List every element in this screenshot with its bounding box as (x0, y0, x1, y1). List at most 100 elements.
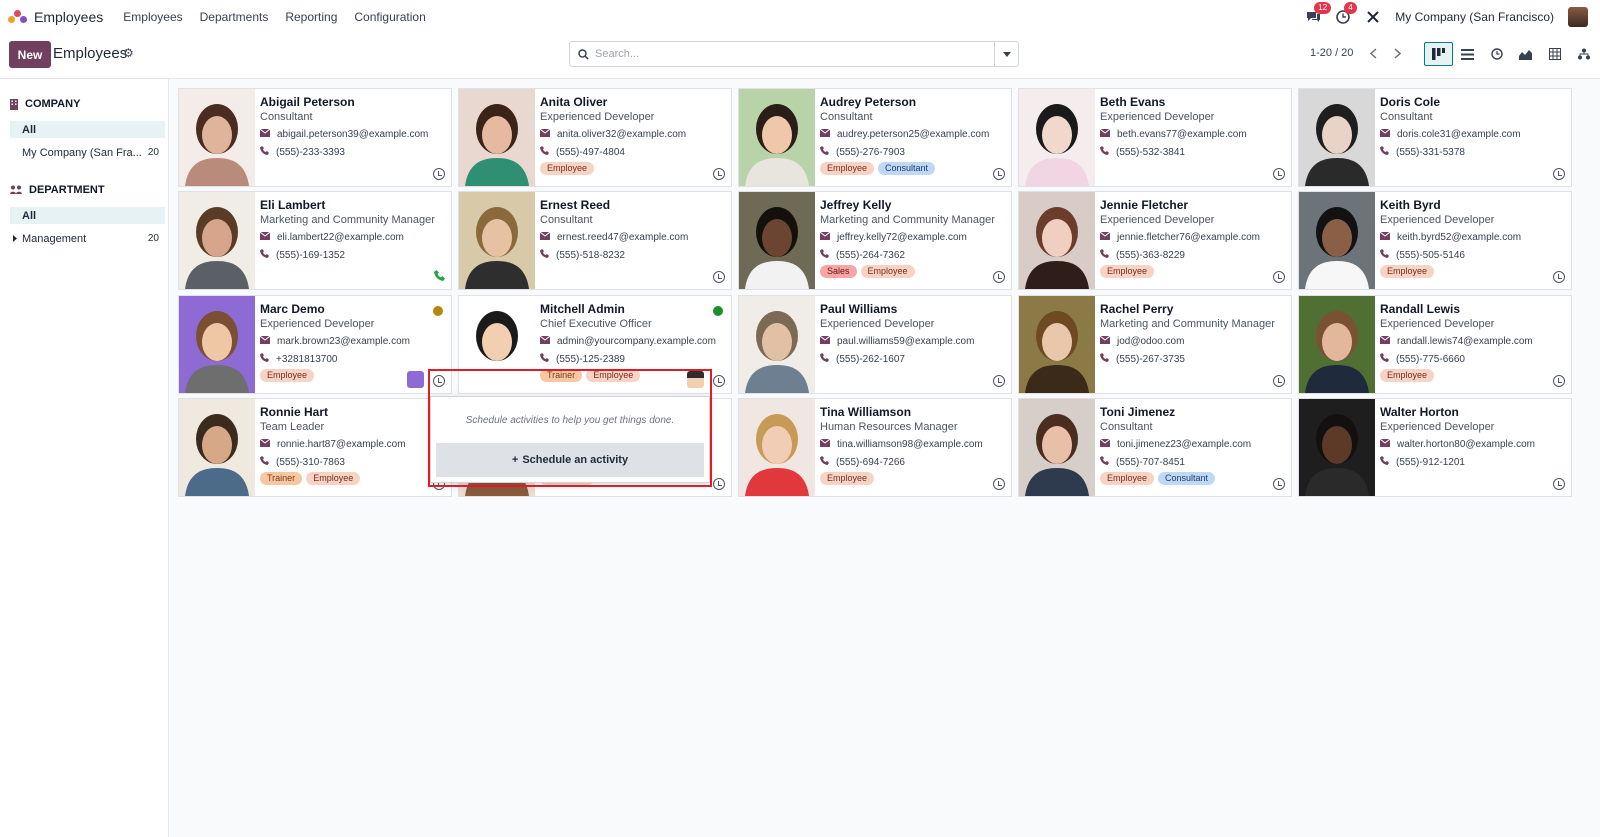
employee-name: Jeffrey Kelly (820, 198, 892, 212)
app-name[interactable]: Employees (34, 9, 103, 25)
employee-job-title: Experienced Developer (1100, 111, 1215, 123)
employee-card[interactable]: Toni Jimenez Consultant toni.jimenez23@exa… (1018, 398, 1292, 497)
department-filter-all[interactable]: All (10, 207, 165, 224)
employee-email-text: abigail.peterson39@example.com (277, 129, 429, 140)
activity-clock-icon[interactable] (1273, 478, 1285, 490)
employee-card[interactable]: Beth Evans Experienced Developer beth.evan… (1018, 88, 1292, 187)
list-view-button[interactable] (1453, 42, 1482, 66)
pager-next-button[interactable] (1386, 42, 1408, 64)
hierarchy-icon (1577, 48, 1590, 60)
employee-card[interactable]: Marc Demo Experienced Developer mark.brown… (178, 295, 452, 394)
pivot-view-button[interactable] (1540, 42, 1569, 66)
activities-icon[interactable]: 4 (1335, 1, 1357, 25)
manager-avatar[interactable] (687, 371, 704, 388)
gear-icon[interactable]: ⚙ (123, 46, 134, 60)
employee-card[interactable]: Abigail Peterson Consultant abigail.peters… (178, 88, 452, 187)
employee-card[interactable]: Audrey Peterson Consultant audrey.peterson… (738, 88, 1012, 187)
employee-card[interactable]: Keith Byrd Experienced Developer keith.byr… (1298, 191, 1572, 290)
employee-card[interactable]: Jeffrey Kelly Marketing and Community Man… (738, 191, 1012, 290)
employee-job-title: Marketing and Community Manager (820, 214, 995, 226)
kanban-view-button[interactable] (1424, 42, 1453, 66)
employee-tags: Employee (820, 472, 875, 485)
employee-card[interactable]: Mitchell Admin Chief Executive Officer adm… (458, 295, 732, 394)
employee-phone-text: +3281813700 (276, 353, 338, 365)
employee-card[interactable]: Tina Williamson Human Resources Manager ti… (738, 398, 1012, 497)
employee-card[interactable]: Paul Williams Experienced Developer paul.w… (738, 295, 1012, 394)
activity-clock-icon[interactable] (993, 168, 1005, 180)
activity-clock-icon[interactable] (713, 478, 725, 490)
menu-employees[interactable]: Employees (123, 10, 182, 24)
employee-card[interactable]: Jennie Fletcher Experienced Developer jenn… (1018, 191, 1292, 290)
pager-previous-button[interactable] (1362, 42, 1384, 64)
tag-employee: Employee (1100, 472, 1155, 485)
envelope-icon (1099, 231, 1111, 243)
employee-job-title: Consultant (820, 111, 873, 123)
debug-tools-icon[interactable] (1365, 9, 1381, 25)
caret-right-icon[interactable] (13, 235, 17, 242)
employee-card[interactable]: Ernest Reed Consultant ernest.reed47@examp… (458, 191, 732, 290)
messages-icon[interactable]: 12 (1305, 1, 1332, 25)
activity-clock-icon[interactable] (1273, 168, 1285, 180)
employee-job-title: Marketing and Community Manager (1100, 318, 1275, 330)
menu-departments[interactable]: Departments (200, 10, 269, 24)
activity-clock-icon[interactable] (1273, 271, 1285, 283)
clock-icon (1490, 48, 1503, 60)
employee-card[interactable]: Randall Lewis Experienced Developer randal… (1298, 295, 1572, 394)
app-logo-icon[interactable] (8, 9, 28, 24)
pager-value[interactable]: 1-20 / 20 (1310, 47, 1353, 59)
activity-clock-icon[interactable] (433, 375, 445, 387)
company-filter-count: 20 (147, 147, 159, 158)
activity-clock-icon[interactable] (1553, 478, 1565, 490)
activity-clock-icon[interactable] (713, 375, 725, 387)
activity-clock-icon[interactable] (1553, 271, 1565, 283)
new-button[interactable]: New (9, 41, 51, 68)
tag-employee: Employee (540, 162, 595, 175)
menu-configuration[interactable]: Configuration (354, 10, 425, 24)
department-header-label: DEPARTMENT (29, 184, 105, 196)
employee-email-text: jennie.fletcher76@example.com (1117, 232, 1261, 243)
employee-phone-text: (555)-276-7903 (836, 146, 905, 158)
activity-clock-icon[interactable] (713, 168, 725, 180)
employee-phone-text: (555)-264-7362 (836, 249, 905, 261)
activity-clock-icon[interactable] (993, 375, 1005, 387)
employee-card[interactable]: Anita Oliver Experienced Developer anita.o… (458, 88, 732, 187)
employee-photo (1019, 89, 1095, 186)
activity-view-button[interactable] (1482, 42, 1511, 66)
employee-card[interactable]: Ronnie Hart Team Leader ronnie.hart87@exam… (178, 398, 452, 497)
employee-card[interactable]: Doris Cole Consultant doris.cole31@example… (1298, 88, 1572, 187)
employee-email: audrey.peterson25@example.com (819, 128, 989, 140)
department-filter-management[interactable]: Management 20 (10, 230, 165, 247)
menu-reporting[interactable]: Reporting (285, 10, 337, 24)
tag-consultant: Consultant (878, 162, 936, 175)
employee-card[interactable]: Eli Lambert Marketing and Community Manag… (178, 191, 452, 290)
activity-clock-icon[interactable] (1273, 375, 1285, 387)
envelope-icon (819, 128, 831, 140)
schedule-activity-label: Schedule an activity (522, 454, 629, 466)
employee-card[interactable]: Walter Horton Experienced Developer walter… (1298, 398, 1572, 497)
employee-photo (739, 89, 815, 186)
hierarchy-view-button[interactable] (1569, 42, 1598, 66)
activity-clock-icon[interactable] (993, 271, 1005, 283)
tag-employee: Employee (820, 472, 875, 485)
activity-hint: Schedule activities to help you get thin… (465, 415, 675, 426)
phone-icon (260, 456, 269, 468)
employee-card[interactable]: Rachel Perry Marketing and Community Mana… (1018, 295, 1292, 394)
employee-email-text: mark.brown23@example.com (277, 336, 410, 347)
graph-view-button[interactable] (1511, 42, 1540, 66)
company-switcher[interactable]: My Company (San Francisco) (1395, 10, 1554, 24)
user-avatar[interactable] (1568, 6, 1588, 27)
pivot-table-icon (1548, 48, 1561, 60)
search-options-toggle[interactable] (994, 42, 1018, 66)
search-input[interactable] (589, 43, 994, 65)
phone-call-icon[interactable] (434, 269, 445, 284)
activity-clock-icon[interactable] (1553, 375, 1565, 387)
company-filter-all[interactable]: All (10, 121, 165, 138)
schedule-activity-button[interactable]: + Schedule an activity (436, 443, 704, 477)
company-filter-my-company[interactable]: My Company (San Fra... 20 (10, 144, 165, 161)
activity-clock-icon[interactable] (713, 271, 725, 283)
activity-clock-icon[interactable] (1553, 168, 1565, 180)
activity-clock-icon[interactable] (993, 478, 1005, 490)
tag-employee: Employee (260, 369, 315, 382)
activity-clock-icon[interactable] (433, 168, 445, 180)
manager-avatar[interactable] (407, 371, 424, 388)
